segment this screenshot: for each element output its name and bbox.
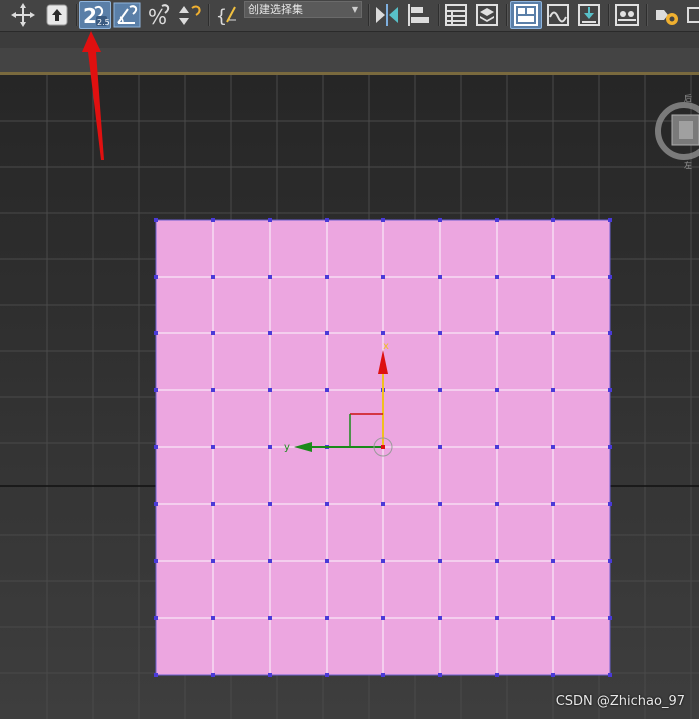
scene-explorer-icon	[445, 4, 467, 26]
angle-snap-toggle-button[interactable]	[112, 1, 142, 29]
snap-2-5-icon: 2 2.5	[83, 4, 110, 28]
align-icon	[408, 4, 429, 26]
named-sets-icon: {	[216, 6, 236, 27]
move-cross-icon	[11, 3, 35, 27]
percent-snap-icon: %	[148, 4, 170, 28]
watermark-text: CSDN @Zhichao_97	[555, 694, 685, 709]
material-editor-button[interactable]	[612, 1, 642, 29]
viewcube-label-left: 左	[684, 160, 692, 170]
mirror-icon	[376, 4, 398, 26]
render-setup-button[interactable]	[652, 1, 682, 29]
main-toolbar: 2 2.5 % {创建选择集 ▼	[0, 0, 699, 32]
snaps-toggle-2-5-button[interactable]: 2 2.5	[79, 1, 111, 29]
render-frame-icon	[687, 7, 699, 23]
svg-text:{: {	[216, 6, 227, 27]
align-button[interactable]	[404, 1, 434, 29]
schematic-view-button[interactable]	[575, 1, 603, 29]
select-and-move-button[interactable]	[8, 1, 38, 29]
curve-editor-icon	[547, 4, 569, 26]
gizmo-pivot	[381, 445, 385, 449]
spinner-snap-toggle-button[interactable]	[174, 1, 204, 29]
gizmo-y-label: y	[284, 442, 290, 453]
ribbon-strip	[0, 48, 699, 72]
toggle-scene-explorer-button[interactable]	[442, 1, 470, 29]
gizmo-x-label: x	[383, 341, 389, 352]
render-setup-icon	[656, 10, 678, 25]
place-arrow-icon	[46, 4, 68, 26]
percent-snap-toggle-button[interactable]: %	[145, 1, 173, 29]
svg-text:%: %	[148, 5, 167, 28]
ribbon-icon	[514, 4, 538, 26]
snap-badge-text: 2.5	[97, 18, 110, 27]
select-and-place-button[interactable]	[42, 1, 72, 29]
chevron-down-icon: ▼	[351, 5, 358, 14]
schematic-view-icon	[578, 4, 600, 26]
toggle-layer-explorer-button[interactable]	[473, 1, 501, 29]
command-strip	[0, 32, 699, 48]
render-frame-window-button[interactable]	[686, 1, 699, 29]
perspective-viewport[interactable]: x y 后 左	[0, 75, 699, 719]
angle-snap-icon	[113, 2, 141, 28]
material-editor-icon	[615, 4, 639, 26]
toggle-ribbon-button[interactable]	[510, 1, 542, 29]
viewport-canvas: x y 后 左	[0, 75, 699, 719]
mirror-button[interactable]	[372, 1, 402, 29]
selection-set-value: 创建选择集	[248, 3, 303, 16]
curve-editor-button[interactable]	[544, 1, 572, 29]
selection-set-dropdown[interactable]: 创建选择集 ▼	[244, 1, 362, 18]
viewcube-label-back: 后	[684, 93, 692, 103]
spinner-snap-icon	[179, 5, 201, 25]
edit-named-selection-sets-button[interactable]: {	[213, 1, 241, 29]
layer-explorer-icon	[476, 4, 498, 26]
